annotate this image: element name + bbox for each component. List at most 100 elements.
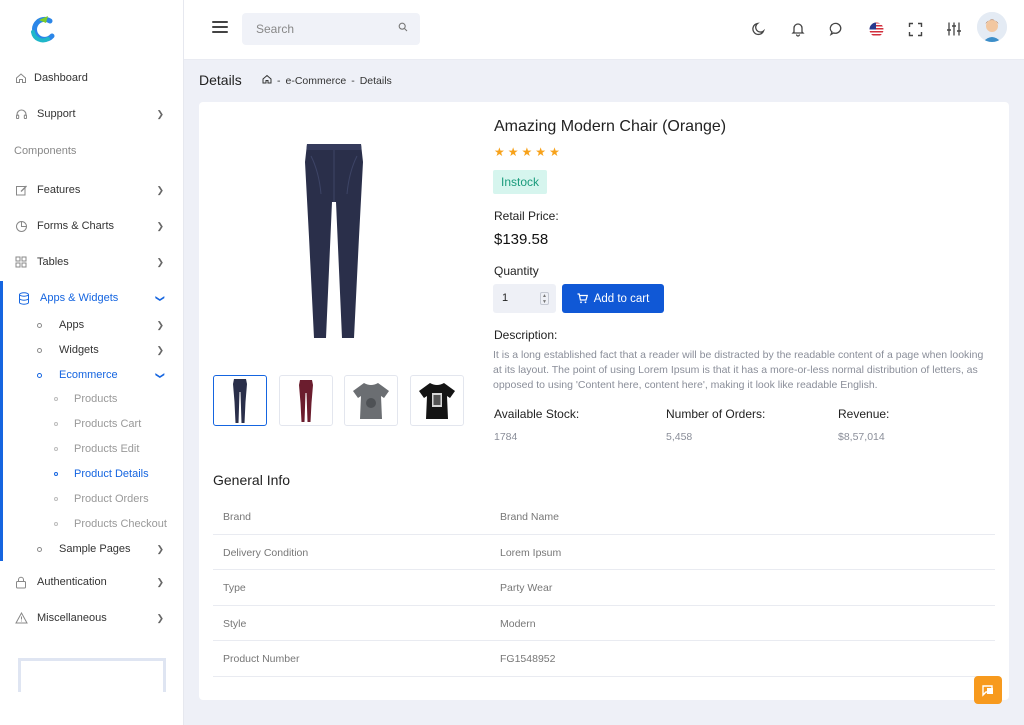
rating-stars: ★★★★★ bbox=[494, 145, 563, 159]
sidebar-item-dashboard[interactable]: Dashboard bbox=[0, 63, 184, 93]
stat-value: 1784 bbox=[494, 431, 518, 443]
sidebar-item-forms-charts[interactable]: Forms & Charts ❯ bbox=[0, 211, 184, 241]
stepper-arrows-icon[interactable]: ▲ ▼ bbox=[540, 292, 549, 305]
sidebar-subitem-widgets[interactable]: Widgets ❯ bbox=[0, 338, 184, 362]
sidebar-ecommerce-products[interactable]: Products bbox=[0, 387, 184, 411]
table-key: Style bbox=[223, 617, 247, 630]
chat-icon[interactable] bbox=[827, 19, 847, 39]
star-icon: ★ bbox=[549, 145, 563, 159]
thumbnail-1[interactable] bbox=[213, 375, 267, 426]
sidebar-subitem-ecommerce[interactable]: Ecommerce ❯ bbox=[0, 363, 184, 387]
sidebar-subitem-apps[interactable]: Apps ❯ bbox=[0, 313, 184, 337]
logo-icon[interactable] bbox=[28, 14, 58, 44]
sidebar-item-tables[interactable]: Tables ❯ bbox=[0, 247, 184, 277]
chevron-down-icon: ❯ bbox=[155, 371, 166, 379]
general-info-title: General Info bbox=[213, 472, 291, 488]
sidebar: Dashboard Support ❯ Components Features … bbox=[0, 0, 184, 725]
thumbnail-3[interactable] bbox=[344, 375, 398, 426]
chat-support-icon bbox=[982, 685, 993, 697]
home-icon[interactable] bbox=[262, 74, 272, 87]
table-key: Type bbox=[223, 582, 246, 594]
avatar[interactable] bbox=[977, 12, 1007, 42]
database-icon bbox=[17, 291, 31, 305]
us-flag-icon[interactable] bbox=[866, 19, 886, 39]
search-input[interactable] bbox=[242, 13, 420, 45]
search-icon[interactable] bbox=[398, 22, 408, 32]
stat-label: Number of Orders: bbox=[666, 407, 766, 421]
general-info-table: Brand Brand Name Delivery Condition Lore… bbox=[213, 499, 995, 677]
product-details-card: Amazing Modern Chair (Orange) ★★★★★ Inst… bbox=[199, 102, 1009, 700]
sidebar-subitem-label: Sample Pages bbox=[59, 543, 131, 555]
chevron-right-icon: ❯ bbox=[156, 108, 164, 119]
sidebar-item-label: Forms & Charts bbox=[37, 220, 115, 232]
stat-available-stock: Available Stock: 1784 bbox=[494, 407, 579, 443]
product-title: Amazing Modern Chair (Orange) bbox=[494, 118, 727, 135]
sidebar-subitem-label: Ecommerce bbox=[59, 369, 118, 381]
page-title: Details bbox=[199, 72, 242, 88]
tshirt-black-thumbnail-icon bbox=[419, 382, 455, 419]
add-to-cart-button[interactable]: Add to cart bbox=[562, 284, 664, 313]
chevron-right-icon: ❯ bbox=[156, 344, 164, 355]
tshirt-grey-thumbnail-icon bbox=[353, 382, 389, 419]
moon-icon[interactable] bbox=[749, 19, 769, 39]
bullet-icon bbox=[37, 546, 42, 552]
sidebar-ecommerce-product-details[interactable]: Product Details bbox=[0, 462, 184, 486]
sidebar-ecommerce-label: Products bbox=[74, 393, 118, 405]
sidebar-subitem-label: Apps bbox=[59, 319, 85, 331]
table-key: Delivery Condition bbox=[223, 546, 309, 559]
floating-action-button[interactable] bbox=[974, 676, 1002, 704]
warning-icon bbox=[14, 611, 28, 625]
product-main-image bbox=[305, 144, 363, 338]
table-row: Product Number FG1548952 bbox=[213, 641, 995, 677]
bullet-icon bbox=[54, 522, 58, 526]
sidebar-item-label: Dashboard bbox=[34, 72, 88, 84]
sidebar-ecommerce-products-cart[interactable]: Products Cart bbox=[0, 412, 184, 436]
sliders-icon[interactable] bbox=[944, 19, 964, 39]
description-label: Description: bbox=[494, 328, 558, 342]
menu-icon[interactable] bbox=[212, 21, 228, 35]
sidebar-subitem-label: Widgets bbox=[59, 344, 99, 356]
breadcrumb-item[interactable]: e-Commerce bbox=[286, 75, 347, 87]
sidebar-subitem-sample-pages[interactable]: Sample Pages ❯ bbox=[0, 537, 184, 561]
bullet-icon bbox=[54, 497, 58, 501]
stock-badge: Instock bbox=[493, 170, 548, 194]
table-key: Product Number bbox=[223, 653, 300, 665]
sidebar-ecommerce-products-checkout[interactable]: Products Checkout bbox=[0, 512, 184, 536]
bell-icon[interactable] bbox=[788, 19, 808, 39]
quantity-stepper[interactable]: 1 ▲ ▼ bbox=[493, 284, 556, 313]
table-key: Brand bbox=[223, 511, 252, 523]
sidebar-item-features[interactable]: Features ❯ bbox=[0, 175, 184, 205]
thumbnail-4[interactable] bbox=[410, 375, 464, 426]
breadcrumb: - e-Commerce - Details bbox=[262, 74, 392, 87]
pie-chart-icon bbox=[14, 219, 28, 233]
sidebar-ecommerce-label: Product Orders bbox=[74, 493, 149, 505]
thumbnail-2[interactable] bbox=[279, 375, 333, 426]
bullet-icon bbox=[54, 397, 58, 401]
table-row: Type Party Wear bbox=[213, 570, 995, 606]
sidebar-item-label: Miscellaneous bbox=[37, 612, 107, 624]
add-to-cart-label: Add to cart bbox=[593, 292, 650, 305]
sidebar-item-miscellaneous[interactable]: Miscellaneous ❯ bbox=[0, 603, 184, 633]
bullet-icon bbox=[54, 447, 58, 451]
stat-revenue: Revenue: $8,57,014 bbox=[838, 407, 889, 443]
fullscreen-icon[interactable] bbox=[905, 19, 925, 39]
chevron-right-icon: ❯ bbox=[156, 184, 164, 195]
sidebar-ecommerce-label: Products Edit bbox=[74, 443, 140, 455]
sidebar-ecommerce-label: Product Details bbox=[74, 468, 149, 480]
table-value: Modern bbox=[500, 617, 536, 630]
trousers-thumbnail-icon bbox=[299, 379, 313, 422]
edit-icon bbox=[14, 183, 28, 197]
sidebar-ecommerce-products-edit[interactable]: Products Edit bbox=[0, 437, 184, 461]
home-icon bbox=[14, 71, 28, 85]
table-row: Style Modern bbox=[213, 606, 995, 641]
sidebar-item-support[interactable]: Support ❯ bbox=[0, 99, 184, 129]
sidebar-item-apps-widgets[interactable]: Apps & Widgets ❯ bbox=[0, 283, 184, 313]
sidebar-ecommerce-product-orders[interactable]: Product Orders bbox=[0, 487, 184, 511]
stat-value: $8,57,014 bbox=[838, 431, 885, 443]
sidebar-item-authentication[interactable]: Authentication ❯ bbox=[0, 567, 184, 597]
chevron-right-icon: ❯ bbox=[156, 220, 164, 231]
retail-price-label: Retail Price: bbox=[494, 209, 559, 223]
quantity-value[interactable]: 1 bbox=[502, 292, 508, 304]
sidebar-item-label: Apps & Widgets bbox=[40, 292, 119, 304]
chevron-down-icon: ❯ bbox=[155, 294, 166, 302]
